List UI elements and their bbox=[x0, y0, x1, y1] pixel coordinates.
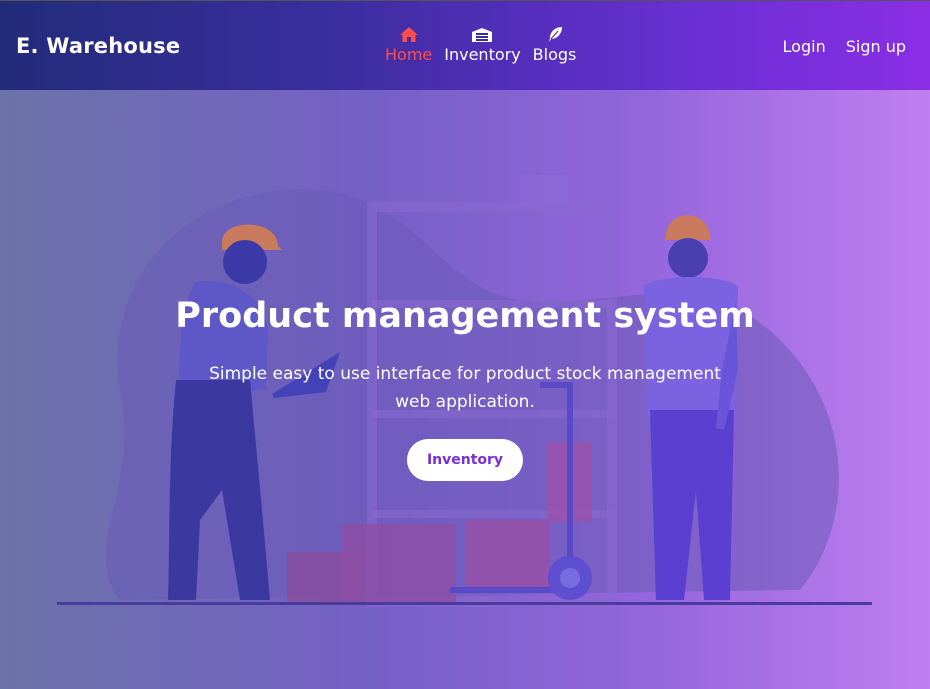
feather-icon bbox=[546, 25, 564, 43]
home-icon bbox=[399, 25, 419, 43]
nav-home-label: Home bbox=[385, 45, 433, 64]
hero-title: Product management system bbox=[175, 296, 755, 336]
main-nav: Home Inventory Blogs bbox=[385, 25, 576, 64]
brand-logo[interactable]: E. Warehouse bbox=[16, 34, 180, 58]
nav-inventory[interactable]: Inventory bbox=[444, 25, 521, 64]
hero-subtitle: Simple easy to use interface for product… bbox=[209, 364, 721, 412]
nav-blogs[interactable]: Blogs bbox=[532, 25, 577, 64]
auth-links: Login Sign up bbox=[783, 37, 906, 56]
hero-banner: Product management system Simple easy to… bbox=[0, 90, 930, 689]
nav-inventory-label: Inventory bbox=[444, 45, 521, 64]
navbar: E. Warehouse Home Inventory Blogs Login … bbox=[0, 0, 930, 90]
nav-home[interactable]: Home bbox=[385, 25, 432, 64]
login-link[interactable]: Login bbox=[783, 37, 826, 56]
inventory-button[interactable]: Inventory bbox=[407, 439, 523, 481]
warehouse-icon bbox=[471, 25, 493, 43]
nav-blogs-label: Blogs bbox=[532, 45, 577, 64]
signup-link[interactable]: Sign up bbox=[846, 37, 906, 56]
